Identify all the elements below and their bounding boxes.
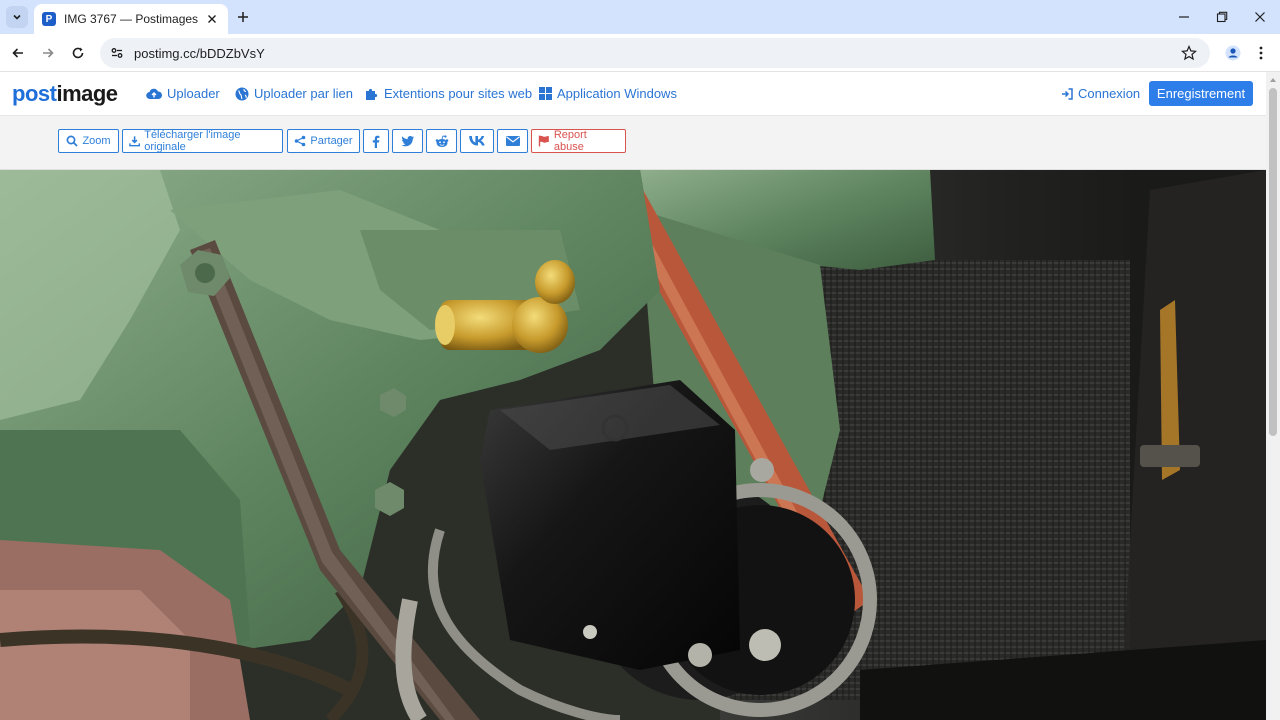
chevron-down-icon — [13, 14, 21, 20]
report-abuse-button[interactable]: Report abuse — [531, 129, 626, 153]
download-original-button[interactable]: Télécharger l'image originale — [122, 129, 283, 153]
close-icon — [1255, 12, 1265, 22]
puzzle-piece-icon — [366, 88, 378, 100]
vk-icon — [469, 136, 485, 146]
register-button[interactable]: Enregistrement — [1149, 81, 1253, 106]
close-icon — [208, 15, 216, 23]
windows-icon — [539, 87, 552, 100]
restore-button[interactable] — [1212, 7, 1232, 27]
restore-icon — [1216, 11, 1228, 23]
star-icon — [1181, 45, 1197, 61]
tab-title: IMG 3767 — Postimages — [64, 12, 199, 26]
scrollbar-thumb[interactable] — [1269, 88, 1277, 436]
login-label: Connexion — [1078, 86, 1141, 101]
email-icon — [505, 136, 520, 146]
globe-icon — [235, 87, 249, 100]
nav-uploader-link-url[interactable]: Uploader par lien — [235, 86, 353, 101]
account-icon — [1225, 45, 1241, 61]
active-tab[interactable]: P IMG 3767 — Postimages — [34, 4, 228, 34]
share-reddit-button[interactable] — [426, 129, 457, 153]
login-link[interactable]: Connexion — [1061, 86, 1140, 101]
flag-icon — [538, 135, 549, 147]
download-label: Télécharger l'image originale — [144, 129, 241, 153]
sign-in-icon — [1062, 87, 1073, 100]
search-icon — [66, 135, 79, 147]
report-abuse-label: Report abuse — [553, 129, 587, 153]
postimages-favicon-icon: P — [42, 12, 56, 26]
share-label: Partager — [310, 135, 353, 147]
bookmark-button[interactable] — [1180, 44, 1198, 62]
facebook-icon — [372, 135, 380, 148]
nav-uploader-link[interactable]: Uploader — [146, 86, 220, 101]
twitter-icon — [401, 136, 414, 147]
nav-uploader-label: Uploader — [167, 86, 220, 101]
page-content: postimage Uploader Uploader par lien Ext… — [0, 72, 1266, 720]
minimize-icon — [1179, 16, 1189, 18]
share-twitter-button[interactable] — [392, 129, 423, 153]
scroll-up-arrow-icon[interactable] — [1269, 76, 1277, 84]
more-vertical-icon — [1259, 46, 1263, 60]
address-bar[interactable]: postimg.cc/bDDZbVsY — [100, 38, 1210, 68]
logo-part-post: post — [12, 81, 57, 106]
url-text: postimg.cc/bDDZbVsY — [134, 45, 265, 61]
engine-photo-image — [0, 170, 1266, 720]
share-email-button[interactable] — [497, 129, 528, 153]
tab-search-button[interactable] — [6, 6, 28, 28]
share-facebook-button[interactable] — [363, 129, 389, 153]
arrow-left-icon — [12, 48, 23, 58]
nav-windows-app-link[interactable]: Application Windows — [539, 86, 677, 101]
profile-button[interactable] — [1222, 42, 1244, 64]
postimage-logo[interactable]: postimage — [12, 81, 118, 107]
site-settings-icon[interactable] — [110, 46, 124, 60]
nav-uploader-link-label: Uploader par lien — [254, 86, 354, 101]
share-button[interactable]: Partager — [287, 129, 360, 153]
tab-close-button[interactable] — [204, 11, 220, 27]
plus-icon — [238, 12, 248, 22]
image-action-bar: Zoom Télécharger l'image originale Parta… — [0, 116, 1266, 170]
back-button[interactable] — [7, 42, 29, 64]
reload-button[interactable] — [67, 42, 89, 64]
browser-tab-bar: P IMG 3767 — Postimages — [0, 0, 1280, 34]
download-icon — [129, 136, 140, 147]
share-vk-button[interactable] — [460, 129, 494, 153]
nav-windows-app-label: Application Windows — [557, 86, 677, 101]
cloud-upload-icon — [146, 88, 162, 99]
nav-extensions-label: Extentions pour sites web — [384, 86, 533, 101]
page-scrollbar[interactable] — [1266, 72, 1280, 720]
site-header: postimage Uploader Uploader par lien Ext… — [0, 72, 1266, 116]
nav-extensions-link[interactable]: Extentions pour sites web — [365, 86, 532, 101]
close-window-button[interactable] — [1250, 7, 1270, 27]
minimize-button[interactable] — [1174, 7, 1194, 27]
uploaded-photo[interactable] — [0, 170, 1266, 720]
browser-toolbar: postimg.cc/bDDZbVsY — [0, 34, 1280, 72]
arrow-right-icon — [43, 48, 54, 58]
new-tab-button[interactable] — [234, 8, 252, 26]
browser-menu-button[interactable] — [1252, 42, 1270, 64]
reload-icon — [72, 47, 84, 59]
share-icon — [295, 135, 306, 147]
logo-part-image: image — [56, 81, 118, 106]
zoom-button[interactable]: Zoom — [58, 129, 119, 153]
forward-button[interactable] — [37, 42, 59, 64]
reddit-icon — [435, 134, 448, 147]
zoom-label: Zoom — [82, 135, 111, 147]
